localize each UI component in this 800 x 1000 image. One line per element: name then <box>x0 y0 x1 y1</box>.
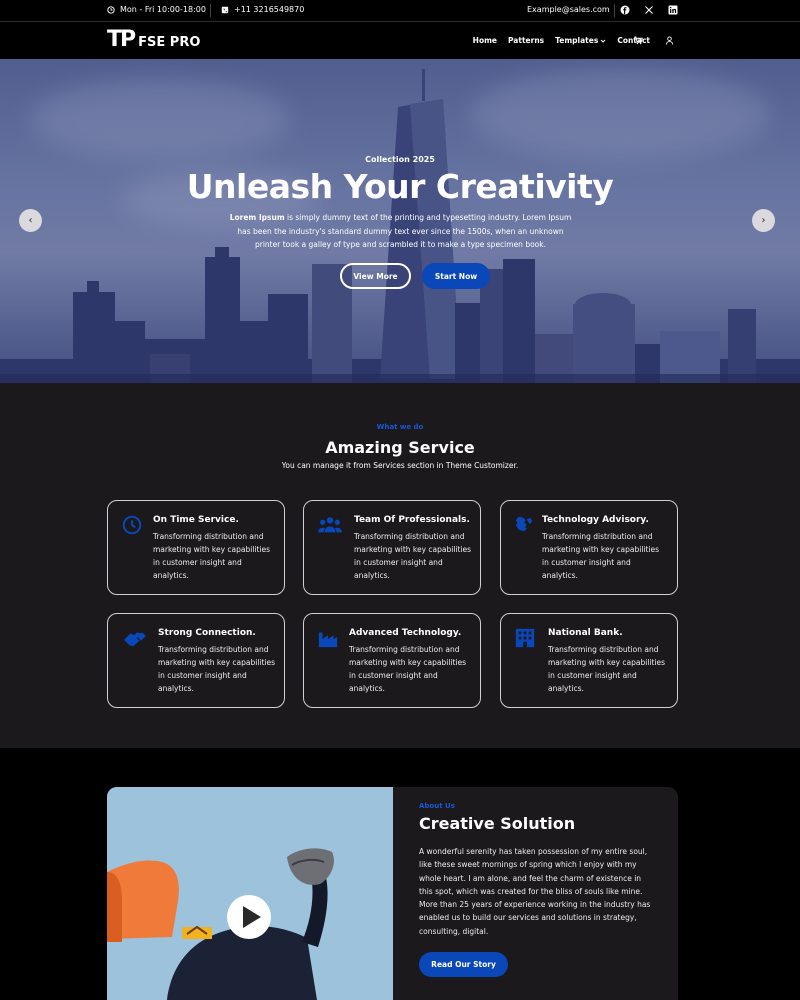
services-title: Amazing Service <box>325 438 475 457</box>
service-card-title: Strong Connection. <box>158 628 256 638</box>
clock-icon <box>122 515 142 535</box>
connection-icon <box>124 632 146 647</box>
service-card-desc: Transforming distribution and marketing … <box>153 532 271 580</box>
phone-text: +11 3216549870 <box>234 5 305 14</box>
service-card-desc: Transforming distribution and marketing … <box>349 645 467 693</box>
bank-icon <box>515 628 535 648</box>
service-card-desc: Transforming distribution and marketing … <box>542 532 660 580</box>
service-card[interactable]: Advanced Technology. Transforming distri… <box>303 613 481 708</box>
creative-person-image <box>107 787 393 1000</box>
chevron-right-icon: › <box>761 215 766 226</box>
about-section: About Us Creative Solution A wonderful s… <box>0 748 800 1000</box>
business-hours: Mon - Fri 10:00-18:00 <box>107 5 206 14</box>
email-link[interactable]: Example@sales.com <box>527 5 610 14</box>
start-now-button[interactable]: Start Now <box>422 263 490 289</box>
x-icon[interactable] <box>644 5 654 15</box>
handshake-icon <box>515 516 533 532</box>
linkedin-icon[interactable] <box>668 5 678 15</box>
hours-text: Mon - Fri 10:00-18:00 <box>120 5 206 14</box>
service-card-desc: Transforming distribution and marketing … <box>158 645 276 693</box>
view-more-button[interactable]: View More <box>340 263 411 289</box>
slider-prev-button[interactable]: ‹ <box>19 209 42 232</box>
clock-icon <box>107 5 115 14</box>
service-card[interactable]: On Time Service. Transforming distributi… <box>107 500 285 595</box>
services-eyebrow: What we do <box>376 423 424 431</box>
service-card-title: On Time Service. <box>153 515 239 525</box>
hero-slider: Collection 2025 Unleash Your Creativity … <box>0 59 800 383</box>
logo-text: FSE PRO <box>138 35 201 50</box>
chevron-down-icon <box>600 39 606 43</box>
service-card[interactable]: Team Of Professionals. Transforming dist… <box>303 500 481 595</box>
nav-templates[interactable]: Templates <box>555 36 606 45</box>
hero-title: Unleash Your Creativity <box>186 167 614 206</box>
slider-next-button[interactable]: › <box>752 209 775 232</box>
factory-icon <box>318 632 338 648</box>
hero-content: Collection 2025 Unleash Your Creativity … <box>0 59 800 383</box>
service-card[interactable]: Strong Connection. Transforming distribu… <box>107 613 285 708</box>
top-bar: Mon - Fri 10:00-18:00 +11 3216549870 Exa… <box>0 0 800 22</box>
main-nav: Home Patterns Templates Contact <box>473 36 650 45</box>
logo-mark: TP <box>107 27 136 52</box>
site-logo[interactable]: TP FSE PRO <box>107 27 201 52</box>
email-text: Example@sales.com <box>527 5 610 14</box>
service-card-desc: Transforming distribution and marketing … <box>354 532 472 580</box>
hero-desc-bold: Lorem Ipsum <box>229 213 285 222</box>
chevron-left-icon: ‹ <box>28 215 33 226</box>
hero-description: Lorem Ipsum is simply dummy text of the … <box>228 211 573 252</box>
services-subtitle: You can manage it from Services section … <box>281 461 519 470</box>
about-panel: About Us Creative Solution A wonderful s… <box>393 787 678 1000</box>
user-icon[interactable] <box>665 36 674 45</box>
service-card-desc: Transforming distribution and marketing … <box>548 645 666 693</box>
about-eyebrow: About Us <box>419 802 455 810</box>
nav-templates-label: Templates <box>555 36 599 45</box>
read-our-story-button[interactable]: Read Our Story <box>419 952 508 977</box>
phone-icon <box>221 6 229 13</box>
team-icon <box>318 517 342 533</box>
service-card-title: Advanced Technology. <box>349 628 462 638</box>
cart-icon[interactable] <box>634 36 643 45</box>
hero-desc-text: is simply dummy text of the printing and… <box>237 213 572 249</box>
service-card[interactable]: National Bank. Transforming distribution… <box>500 613 678 708</box>
facebook-icon[interactable] <box>620 5 630 15</box>
social-links <box>620 5 678 15</box>
site-header: TP FSE PRO Home Patterns Templates Conta… <box>0 22 800 59</box>
about-image <box>107 787 393 1000</box>
hero-eyebrow: Collection 2025 <box>365 155 435 164</box>
nav-home[interactable]: Home <box>473 36 497 45</box>
service-card[interactable]: Technology Advisory. Transforming distri… <box>500 500 678 595</box>
phone-number[interactable]: +11 3216549870 <box>221 5 304 14</box>
about-title: Creative Solution <box>419 814 576 833</box>
about-description: A wonderful serenity has taken possessio… <box>419 847 651 936</box>
services-section: What we do Amazing Service You can manag… <box>0 383 800 748</box>
service-card-title: Technology Advisory. <box>542 515 649 525</box>
service-card-title: Team Of Professionals. <box>354 515 470 525</box>
nav-patterns[interactable]: Patterns <box>508 36 544 45</box>
service-card-title: National Bank. <box>548 628 623 638</box>
